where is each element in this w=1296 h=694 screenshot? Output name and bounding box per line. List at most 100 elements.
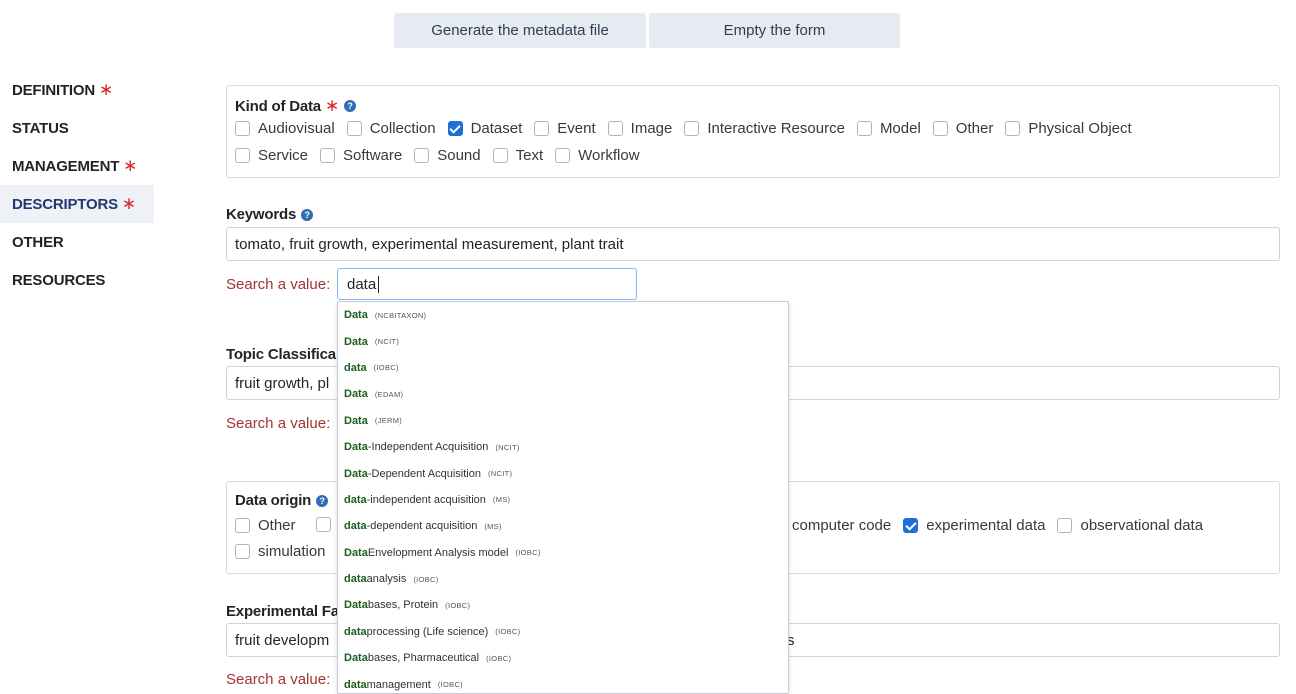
checkbox-sound[interactable]: Sound xyxy=(414,147,481,164)
suggestion-item[interactable]: Data (NCIT) xyxy=(338,328,788,354)
suggestion-match: Data xyxy=(344,599,368,612)
experimental-factor-label: Experimental Fa xyxy=(226,603,339,620)
suggestion-item[interactable]: Data bases, Protein (IOBC) xyxy=(338,592,788,618)
checkbox-label: simulation xyxy=(258,543,326,560)
suggestion-text: management xyxy=(366,678,431,691)
checkbox-dataset[interactable]: Dataset xyxy=(447,120,522,137)
checkbox-label: Collection xyxy=(369,120,436,137)
suggestion-item[interactable]: data management (IOBC) xyxy=(338,671,788,693)
checkbox-audiovisual[interactable]: Audiovisual xyxy=(235,120,335,137)
checkbox-software[interactable]: Software xyxy=(320,147,402,164)
suggestion-source: (EDAM) xyxy=(374,389,404,399)
checkbox-simulation[interactable]: simulation xyxy=(235,543,326,560)
keywords-value: tomato, fruit growth, experimental measu… xyxy=(235,235,624,253)
suggestion-match: Data xyxy=(344,441,368,454)
suggestion-item[interactable]: Data -Dependent Acquisition (NCIT) xyxy=(338,460,788,486)
checkbox-image[interactable]: Image xyxy=(607,120,672,137)
suggestion-item[interactable]: data (IOBC) xyxy=(338,355,788,381)
required-asterisk-icon: ∗ xyxy=(99,80,114,99)
checkbox-label: Service xyxy=(258,147,309,164)
checkbox-box xyxy=(414,148,430,163)
nav-item-management[interactable]: MANAGEMENT ∗ xyxy=(0,147,154,185)
suggestion-match: Data xyxy=(344,467,368,480)
checkbox-interactive-resource[interactable]: Interactive Resource xyxy=(684,120,845,137)
suggestion-item[interactable]: data analysis (IOBC) xyxy=(338,566,788,592)
suggestion-text: bases, Protein xyxy=(367,599,439,612)
suggestion-source: (NCBITAXON) xyxy=(374,310,427,320)
suggestion-item[interactable]: Data (EDAM) xyxy=(338,381,788,407)
checkbox-workflow[interactable]: Workflow xyxy=(555,147,640,164)
keywords-input[interactable]: tomato, fruit growth, experimental measu… xyxy=(226,227,1280,261)
experimental-value: fruit developm xyxy=(235,631,330,649)
checkbox-box xyxy=(1005,121,1021,136)
suggestion-item[interactable]: Data -Independent Acquisition (NCIT) xyxy=(338,434,788,460)
question-circle-icon[interactable]: ? xyxy=(301,208,314,221)
checkbox-hidden-partial[interactable] xyxy=(316,517,339,532)
checkbox-computer-code[interactable]: computer code xyxy=(792,517,891,534)
suggestion-item[interactable]: Data Envelopment Analysis model (IOBC) xyxy=(338,540,788,566)
nav-item-status[interactable]: STATUS xyxy=(0,109,154,147)
nav-item-label: DESCRIPTORS xyxy=(12,195,118,213)
suggestion-match: Data xyxy=(344,546,368,559)
suggestion-match: Data xyxy=(344,652,368,665)
suggestion-match: Data xyxy=(344,309,368,322)
suggestion-item[interactable]: data -dependent acquisition (MS) xyxy=(338,513,788,539)
suggestion-item[interactable]: data -independent acquisition (MS) xyxy=(338,487,788,513)
nav-item-definition[interactable]: DEFINITION ∗ xyxy=(0,71,154,109)
checkbox-label: Physical Object xyxy=(1028,120,1132,137)
suggestion-text: Envelopment Analysis model xyxy=(367,546,509,559)
suggestion-source: (JERM) xyxy=(374,416,403,426)
suggestion-text: bases, Pharmaceutical xyxy=(367,652,480,665)
checkbox-box xyxy=(235,544,250,559)
data-origin-label-text: Data origin xyxy=(235,492,312,509)
checkbox-model[interactable]: Model xyxy=(856,120,921,137)
checkbox-label: Audiovisual xyxy=(258,120,335,137)
required-asterisk-icon: ∗ xyxy=(324,96,339,115)
suggestion-item[interactable]: data processing (Life science) (IOBC) xyxy=(338,619,788,645)
nav-item-resources[interactable]: RESOURCES xyxy=(0,261,154,299)
checkbox-collection[interactable]: Collection xyxy=(346,120,436,137)
suggestion-source: (IOBC) xyxy=(515,548,541,558)
question-circle-icon[interactable]: ? xyxy=(343,100,356,112)
checkbox-text[interactable]: Text xyxy=(492,147,543,164)
checkbox-physical-object[interactable]: Physical Object xyxy=(1005,120,1132,137)
kind-of-data-row-2: Service Software Sound Text Workflow xyxy=(235,147,652,164)
checkbox-other[interactable]: Other xyxy=(235,517,296,534)
nav-item-label: STATUS xyxy=(12,119,69,137)
suggestion-item[interactable]: Data bases, Pharmaceutical (IOBC) xyxy=(338,645,788,671)
checkbox-experimental-data[interactable]: experimental data xyxy=(903,517,1045,534)
nav-item-label: OTHER xyxy=(12,233,64,251)
empty-form-button[interactable]: Empty the form xyxy=(649,13,900,48)
checkbox-label: Other xyxy=(258,517,296,534)
checkbox-box xyxy=(235,518,250,533)
checkbox-observational-data[interactable]: observational data xyxy=(1057,517,1203,534)
checkbox-box xyxy=(316,517,331,532)
suggestion-match: data xyxy=(344,678,367,691)
nav-item-label: MANAGEMENT xyxy=(12,157,120,175)
checkbox-label: Event xyxy=(557,120,596,137)
generate-metadata-button[interactable]: Generate the metadata file xyxy=(394,13,646,48)
suggestion-item[interactable]: Data (JERM) xyxy=(338,408,788,434)
nav-item-descriptors[interactable]: DESCRIPTORS ∗ xyxy=(0,185,154,223)
checkbox-service[interactable]: Service xyxy=(235,147,308,164)
question-circle-icon[interactable]: ? xyxy=(316,494,329,507)
checkbox-event[interactable]: Event xyxy=(534,120,596,137)
suggestion-match: data xyxy=(344,520,367,533)
suggestion-match: data xyxy=(344,573,367,586)
checkbox-label: observational data xyxy=(1080,517,1204,534)
suggestion-source: (IOBC) xyxy=(437,680,463,690)
checkbox-other[interactable]: Other xyxy=(932,120,993,137)
suggestion-item[interactable]: Data (NCBITAXON) xyxy=(338,302,788,328)
keywords-label: Keywords ? xyxy=(226,206,314,223)
checkbox-checked-icon xyxy=(903,518,919,533)
keywords-search-input[interactable]: data xyxy=(337,268,637,300)
suggestion-match: data xyxy=(344,493,367,506)
autocomplete-dropdown: Data (NCBITAXON) Data (NCIT) data (IOBC) Data (… xyxy=(337,301,789,694)
topic-label-text: Topic Classifica xyxy=(226,346,336,363)
nav-item-label: DEFINITION xyxy=(12,81,95,99)
suggestion-match: data xyxy=(344,361,367,374)
checkbox-label: experimental data xyxy=(926,517,1046,534)
nav-item-other[interactable]: OTHER xyxy=(0,223,154,261)
checkbox-box xyxy=(320,148,336,163)
keywords-label-text: Keywords xyxy=(226,206,297,223)
